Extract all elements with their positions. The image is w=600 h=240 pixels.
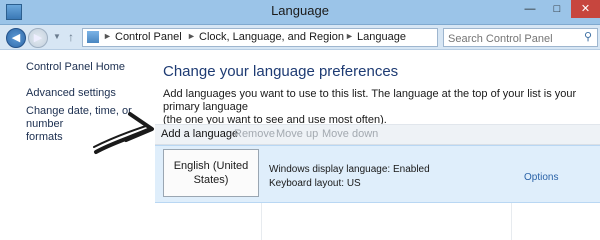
search-icon[interactable]: ⚲ bbox=[584, 30, 592, 43]
language-list-item[interactable]: English (United States) Windows display … bbox=[155, 145, 600, 203]
navigation-bar: ◀ ▶ ▼ ↑ ► Control Panel ► Clock, Languag… bbox=[0, 25, 600, 50]
advanced-settings-link[interactable]: Advanced settings bbox=[26, 87, 154, 100]
up-button[interactable]: ↑ bbox=[64, 28, 78, 46]
page-description: Add languages you want to use to this li… bbox=[163, 88, 583, 127]
title-bar: Language — □ ✕ bbox=[0, 0, 600, 25]
control-panel-icon bbox=[87, 31, 99, 43]
language-name-tile[interactable]: English (United States) bbox=[163, 149, 259, 197]
move-up-button[interactable]: Move up bbox=[276, 128, 318, 140]
search-input[interactable] bbox=[444, 30, 580, 48]
back-button[interactable]: ◀ bbox=[6, 28, 26, 48]
column-divider bbox=[511, 203, 512, 240]
remove-button[interactable]: Remove bbox=[234, 128, 275, 140]
search-box[interactable]: ⚲ bbox=[443, 28, 598, 48]
address-bar[interactable]: ► Control Panel ► Clock, Language, and R… bbox=[82, 28, 514, 47]
language-name-line: English (United bbox=[173, 160, 249, 172]
language-name-line: States) bbox=[193, 174, 229, 186]
empty-list-area bbox=[155, 203, 600, 240]
language-toolbar: Add a language Remove Move up Move down bbox=[155, 124, 600, 145]
display-language-status: Windows display language: Enabled bbox=[269, 164, 430, 175]
chevron-right-icon[interactable]: ► bbox=[187, 31, 196, 41]
breadcrumb-clock-language-region[interactable]: Clock, Language, and Region bbox=[199, 31, 344, 43]
window-title: Language bbox=[271, 3, 329, 18]
options-link[interactable]: Options bbox=[524, 172, 558, 183]
chevron-right-icon[interactable]: ► bbox=[345, 31, 354, 41]
chevron-right-icon[interactable]: ► bbox=[103, 31, 112, 41]
control-panel-home-link[interactable]: Control Panel Home bbox=[26, 61, 154, 74]
breadcrumb-language[interactable]: Language bbox=[357, 31, 406, 43]
page-title: Change your language preferences bbox=[163, 63, 399, 80]
column-divider bbox=[261, 203, 262, 240]
recent-pages-dropdown[interactable]: ▼ bbox=[52, 28, 62, 46]
annotation-arrow bbox=[93, 112, 154, 154]
move-down-button[interactable]: Move down bbox=[322, 128, 378, 140]
minimize-button[interactable]: — bbox=[517, 0, 543, 18]
maximize-button[interactable]: □ bbox=[544, 0, 570, 18]
close-button[interactable]: ✕ bbox=[571, 0, 600, 18]
breadcrumb-control-panel[interactable]: Control Panel bbox=[115, 31, 182, 43]
add-language-button[interactable]: Add a language bbox=[161, 128, 238, 140]
forward-button[interactable]: ▶ bbox=[28, 28, 48, 48]
keyboard-layout-info: Keyboard layout: US bbox=[269, 178, 361, 189]
description-line: Add languages you want to use to this li… bbox=[163, 88, 577, 113]
